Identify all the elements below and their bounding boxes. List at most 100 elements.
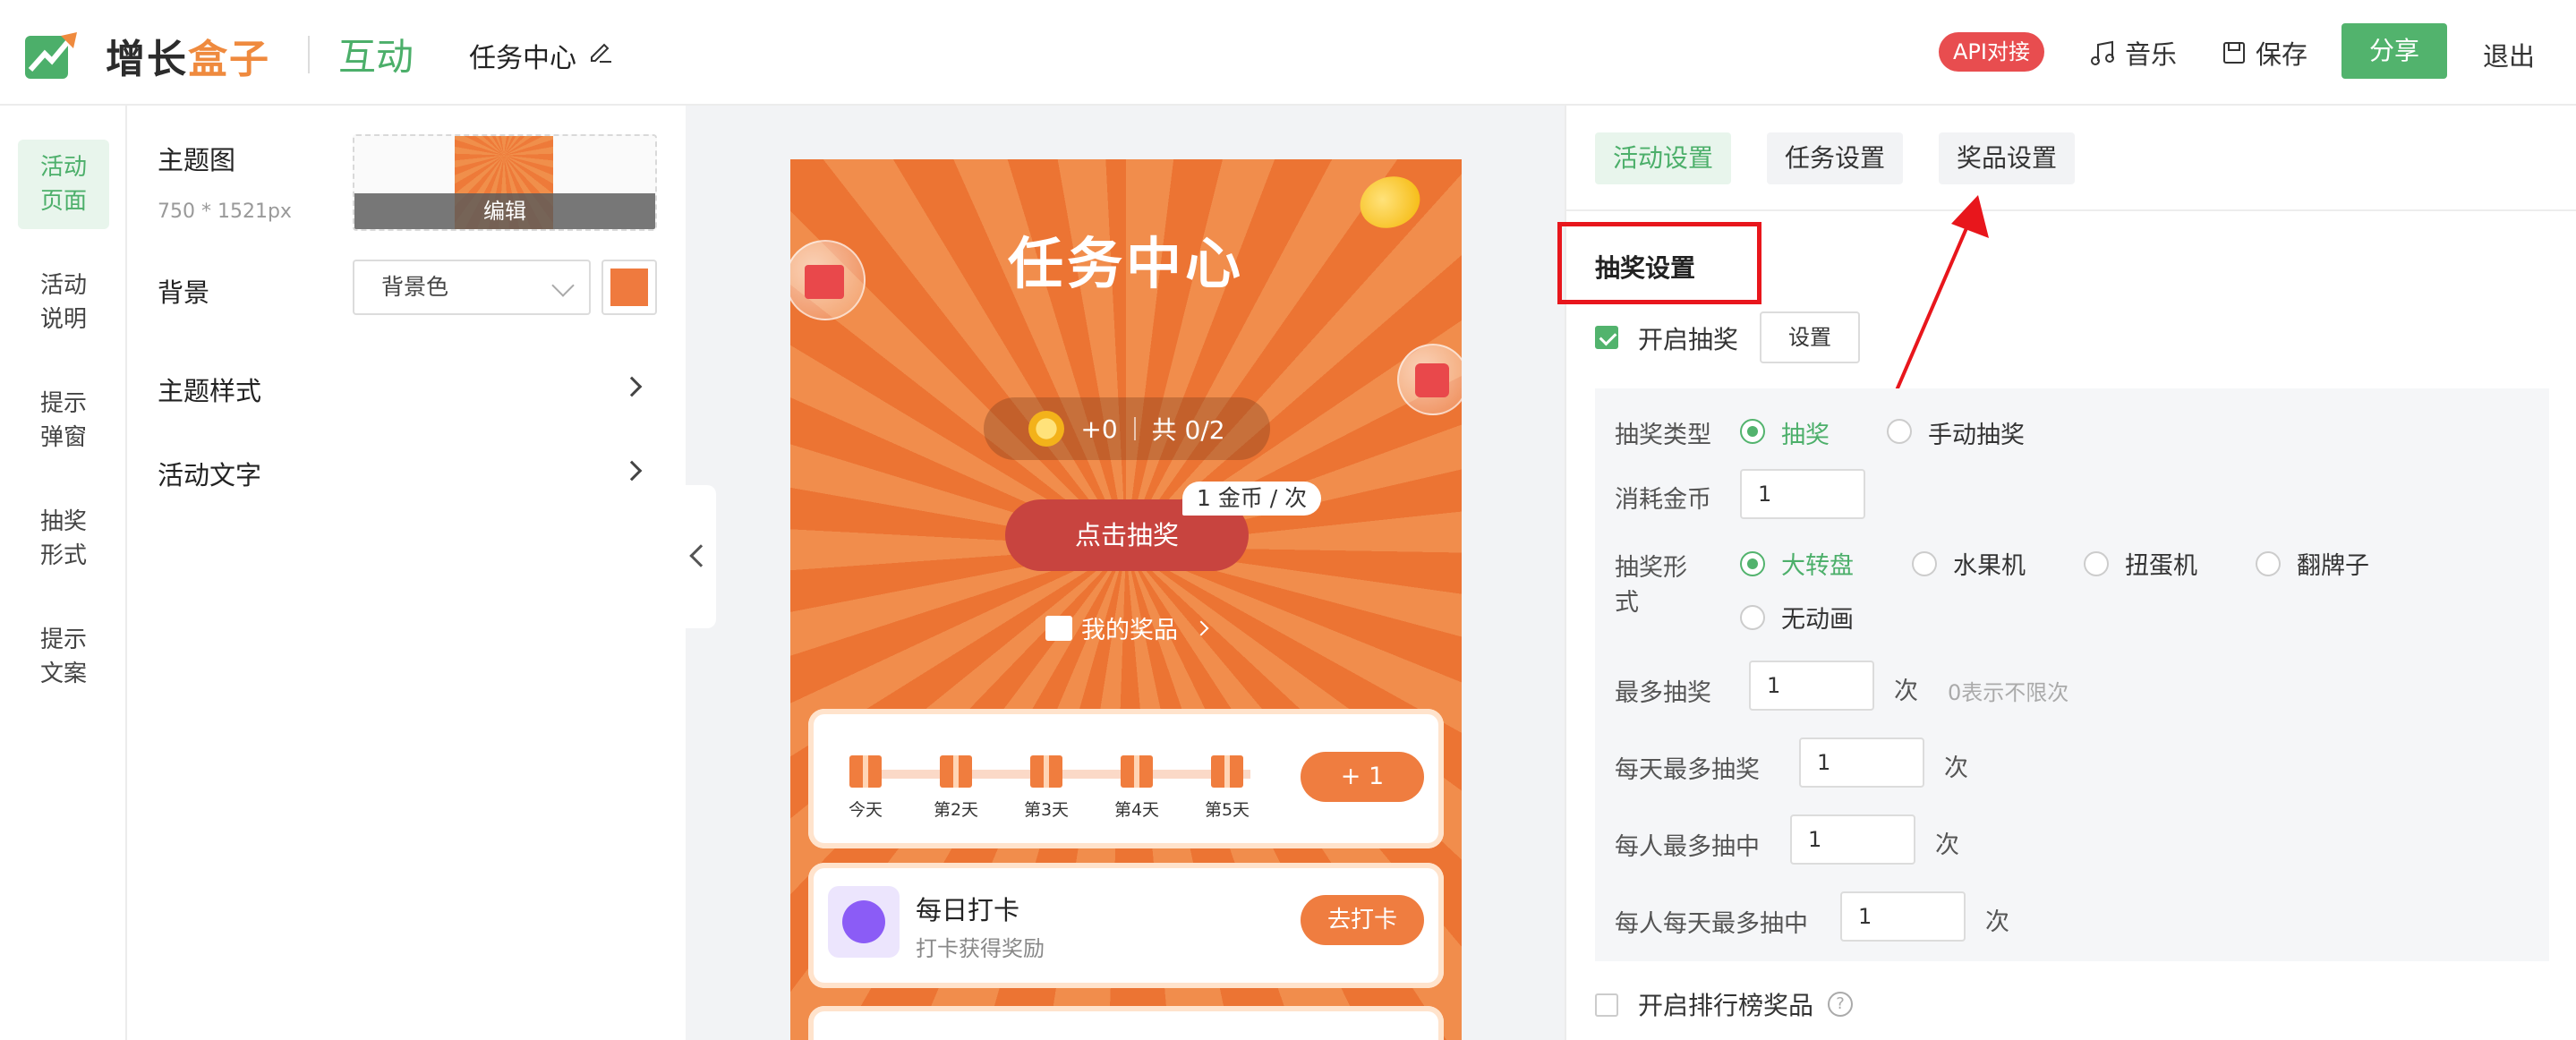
red-envelope-bubble-icon xyxy=(1397,344,1462,415)
day-item: 第4天 xyxy=(1101,741,1173,821)
radio-manual-draw-label: 手动抽奖 xyxy=(1928,422,2025,449)
enable-draw-checkbox[interactable] xyxy=(1595,326,1618,349)
nav-item-prompt-copy[interactable]: 提示 文案 xyxy=(18,612,109,702)
music-label: 音乐 xyxy=(2125,39,2178,70)
theme-edit-button[interactable]: 编辑 xyxy=(354,193,655,229)
background-label: 背景 xyxy=(158,277,210,308)
nav-item-prompt-popup[interactable]: 提示 弹窗 xyxy=(18,376,109,465)
radio-gashapon-label: 扭蛋机 xyxy=(2125,552,2197,580)
radio-wheel-label: 大转盘 xyxy=(1781,552,1854,580)
music-note-icon xyxy=(2091,40,2114,65)
gift-bubble-icon xyxy=(790,240,866,320)
radio-draw-label: 抽奖 xyxy=(1781,422,1830,449)
max-draw-hint: 0表示不限次 xyxy=(1948,680,2069,705)
leaderboard-checkbox[interactable] xyxy=(1595,993,1618,1017)
background-select[interactable]: 背景色 xyxy=(353,260,591,315)
header-divider xyxy=(308,36,310,73)
tab-task-settings[interactable]: 任务设置 xyxy=(1767,132,1904,184)
module-name: 互动 xyxy=(338,35,414,79)
sign-in-days: 今天 第2天 第3天 第4天 第5天 xyxy=(830,741,1277,845)
pill-divider xyxy=(1133,417,1136,440)
my-prize-label: 我的奖品 xyxy=(1081,617,1178,644)
radio-flip-card-label: 翻牌子 xyxy=(2297,552,2369,580)
sign-in-card: 今天 第2天 第3天 第4天 第5天 + 1 xyxy=(808,709,1444,848)
radio-fruit-machine[interactable] xyxy=(1912,551,1937,576)
chevron-right-icon[interactable] xyxy=(621,460,643,482)
color-swatch-fill xyxy=(610,269,648,306)
chevron-left-icon xyxy=(689,544,712,567)
radio-gashapon[interactable] xyxy=(2084,551,2109,576)
gift-icon xyxy=(1045,615,1072,641)
theme-image-uploader[interactable]: 编辑 xyxy=(353,134,657,231)
logo-icon xyxy=(25,32,77,79)
music-button[interactable]: 音乐 xyxy=(2089,34,2177,72)
max-draw-label: 最多抽奖 xyxy=(1615,679,1711,707)
person-daily-max-win-unit: 次 xyxy=(1985,908,2009,936)
api-badge[interactable]: API对接 xyxy=(1939,32,2044,72)
task-subtitle: 打卡获得奖励 xyxy=(916,936,1045,961)
coin-icon xyxy=(1028,411,1065,447)
daily-max-input[interactable]: 1 xyxy=(1799,737,1924,788)
my-prize-link[interactable]: 我的奖品 xyxy=(790,610,1462,645)
clock-check-icon xyxy=(828,886,900,958)
leaderboard-label: 开启排行榜奖品 xyxy=(1638,991,1814,1020)
day-item: 第2天 xyxy=(920,741,992,821)
collapse-panel-button[interactable] xyxy=(686,485,716,628)
daily-max-label: 每天最多抽奖 xyxy=(1615,756,1760,784)
tab-activity-settings[interactable]: 活动设置 xyxy=(1595,132,1732,184)
radio-flip-card[interactable] xyxy=(2256,551,2281,576)
draw-settings-button[interactable]: 设置 xyxy=(1760,311,1860,363)
share-button[interactable]: 分享 xyxy=(2341,23,2447,79)
person-daily-max-win-input[interactable]: 1 xyxy=(1840,891,1966,942)
person-max-win-unit: 次 xyxy=(1935,831,1959,859)
cost-tag: 1 金币 / 次 xyxy=(1182,482,1322,516)
save-button[interactable]: 保存 xyxy=(2222,34,2307,72)
draw-form-label: 抽奖形式 xyxy=(1615,554,1687,617)
person-max-win-label: 每人最多抽中 xyxy=(1615,833,1760,861)
plus-one-button[interactable]: + 1 xyxy=(1301,752,1424,802)
enable-draw-label: 开启抽奖 xyxy=(1638,325,1739,354)
daily-max-unit: 次 xyxy=(1944,754,1968,782)
person-daily-max-win-label: 每人每天最多抽中 xyxy=(1615,910,1808,938)
coin-score-pill: +0 共 0/2 xyxy=(984,397,1270,460)
page-title: 任务中心 xyxy=(469,43,576,74)
cost-input[interactable]: 1 xyxy=(1740,469,1865,519)
nav-item-draw-form[interactable]: 抽奖 形式 xyxy=(18,494,109,584)
gift-icon xyxy=(940,755,972,788)
draw-options-panel: 抽奖类型 抽奖 手动抽奖 消耗金币 1 抽奖形式 大转盘 水果机 扭蛋机 翻牌子… xyxy=(1595,388,2549,961)
task-card: 每日打卡 打卡获得奖励 去打卡 xyxy=(808,863,1444,988)
page-settings-panel: 主题图 750 * 1521px 编辑 背景 背景色 主题样式 活动文字 xyxy=(127,106,686,1040)
section-title: 抽奖设置 xyxy=(1595,253,1696,283)
background-select-value: 背景色 xyxy=(381,274,449,300)
preview-canvas: 任务中心 +0 共 0/2 点击抽奖 1 金币 / 次 我的奖品 今天 第2天 … xyxy=(686,106,1565,1040)
edit-pencil-icon[interactable] xyxy=(587,38,614,64)
chevron-down-icon xyxy=(551,274,575,297)
cost-label: 消耗金币 xyxy=(1615,486,1711,514)
gift-icon xyxy=(1121,755,1153,788)
max-draw-unit: 次 xyxy=(1894,678,1918,705)
background-color-picker[interactable] xyxy=(601,260,657,315)
tab-prize-settings[interactable]: 奖品设置 xyxy=(1939,132,2076,184)
radio-draw[interactable] xyxy=(1740,419,1765,444)
phone-preview: 任务中心 +0 共 0/2 点击抽奖 1 金币 / 次 我的奖品 今天 第2天 … xyxy=(790,159,1462,1040)
draw-type-label: 抽奖类型 xyxy=(1615,422,1711,449)
radio-wheel[interactable] xyxy=(1740,551,1765,576)
gift-icon xyxy=(1030,755,1062,788)
left-nav: 活动 页面 活动 说明 提示 弹窗 抽奖 形式 提示 文案 xyxy=(0,106,127,1040)
chevron-right-icon[interactable] xyxy=(621,376,643,397)
person-max-win-input[interactable]: 1 xyxy=(1790,814,1915,865)
gift-icon xyxy=(1211,755,1243,788)
help-question-icon[interactable]: ? xyxy=(1828,992,1853,1017)
theme-style-label[interactable]: 主题样式 xyxy=(158,371,261,408)
nav-item-activity-desc[interactable]: 活动 说明 xyxy=(18,258,109,347)
radio-no-animation[interactable] xyxy=(1740,605,1765,630)
check-in-button[interactable]: 去打卡 xyxy=(1301,895,1424,945)
radio-manual-draw[interactable] xyxy=(1887,419,1912,444)
gift-icon xyxy=(849,755,882,788)
exit-button[interactable]: 退出 xyxy=(2483,36,2535,73)
right-settings-panel: 活动设置 任务设置 奖品设置 抽奖设置 开启抽奖 设置 抽奖类型 抽奖 手动抽奖… xyxy=(1557,106,2576,1040)
nav-item-activity-page[interactable]: 活动 页面 xyxy=(18,140,109,229)
day-item: 今天 xyxy=(830,741,901,821)
max-draw-input[interactable]: 1 xyxy=(1749,661,1874,711)
activity-text-label[interactable]: 活动文字 xyxy=(158,455,261,492)
